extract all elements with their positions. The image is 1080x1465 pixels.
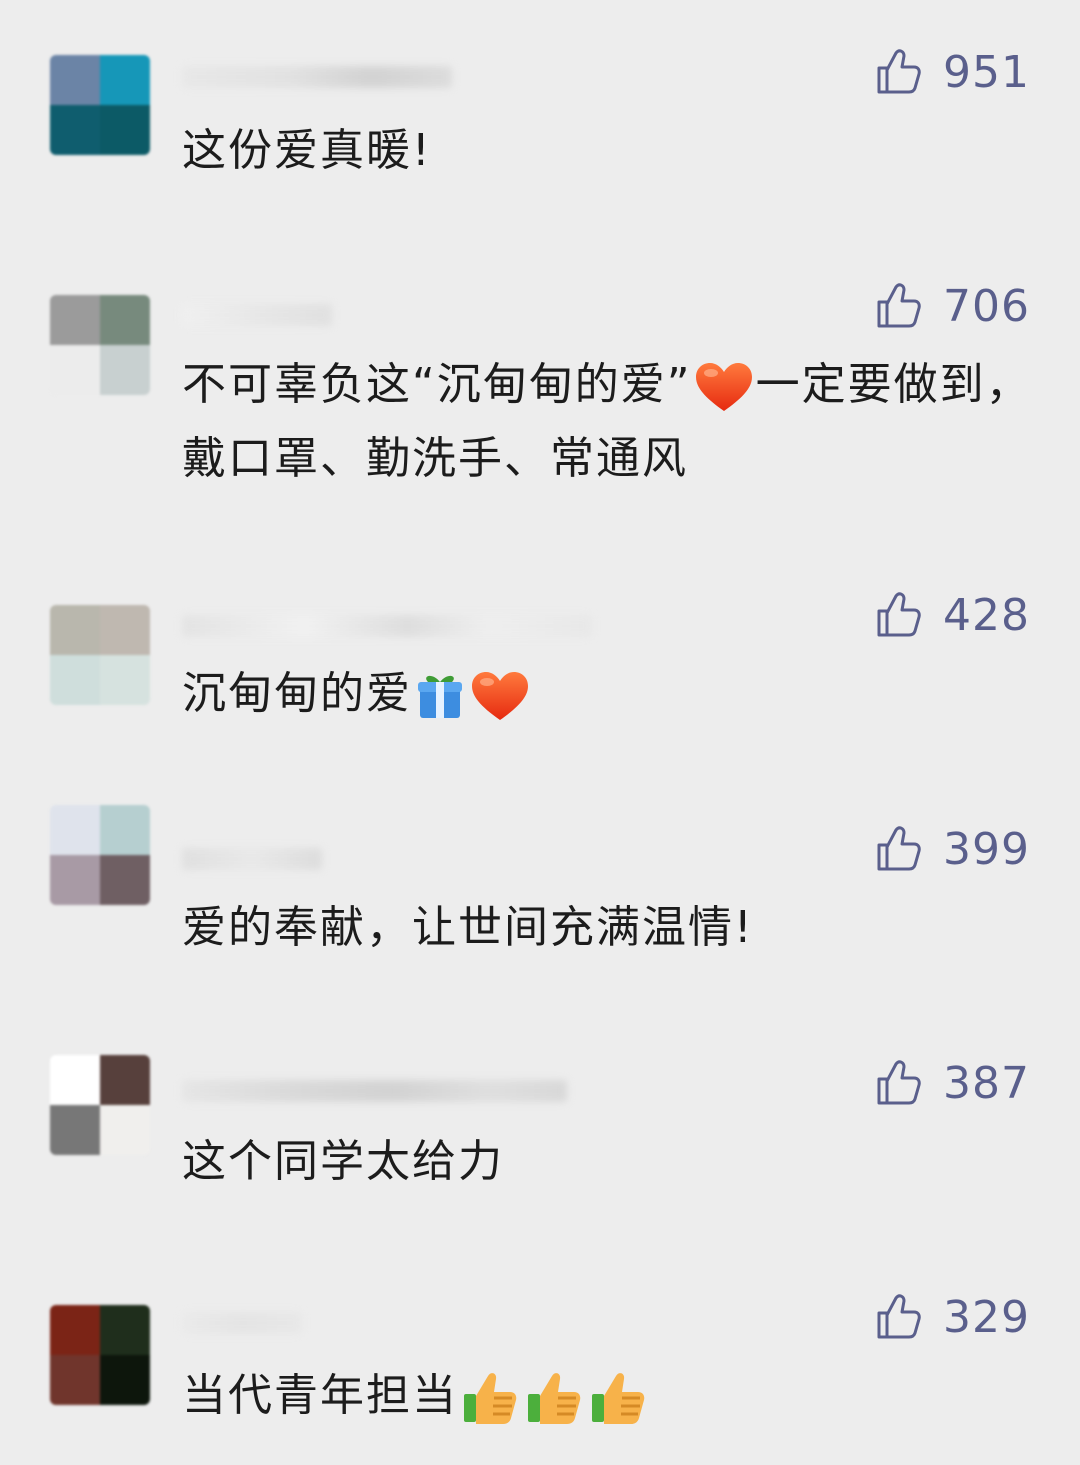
avatar-tile bbox=[100, 1355, 150, 1405]
avatar[interactable] bbox=[50, 295, 150, 395]
avatar-tile bbox=[100, 345, 150, 395]
comment-text-content: 这个同学太给力 bbox=[182, 1136, 504, 1187]
avatar[interactable] bbox=[50, 605, 150, 705]
avatar-tile bbox=[50, 55, 100, 105]
like-count: 399 bbox=[943, 823, 1030, 875]
like-count: 706 bbox=[943, 280, 1030, 332]
like-button[interactable]: 387 bbox=[873, 1053, 1030, 1113]
comment-text-content: 当代青年担当 bbox=[182, 1370, 458, 1421]
avatar-tile bbox=[100, 655, 150, 705]
heart-emoji bbox=[694, 361, 754, 413]
like-button[interactable]: 428 bbox=[873, 585, 1030, 645]
avatar-tile bbox=[50, 1305, 100, 1355]
like-button[interactable]: 706 bbox=[873, 276, 1030, 336]
avatar-tile bbox=[100, 605, 150, 655]
username-redacted[interactable] bbox=[182, 66, 452, 88]
username-redacted[interactable] bbox=[182, 615, 592, 637]
avatar-tile bbox=[50, 1355, 100, 1405]
comment-text: 当代青年担当 bbox=[182, 1359, 1032, 1433]
username-redacted[interactable] bbox=[182, 848, 322, 870]
avatar[interactable] bbox=[50, 1305, 150, 1405]
like-button[interactable]: 399 bbox=[873, 819, 1030, 879]
thumbs-up-emoji bbox=[460, 1368, 520, 1428]
avatar-tile bbox=[50, 105, 100, 155]
thumbs-up-emoji bbox=[588, 1368, 648, 1428]
comment-text-content: 爱的奉献，让世间充满温情! bbox=[182, 902, 754, 953]
avatar-tile bbox=[50, 1055, 100, 1105]
avatar-tile bbox=[50, 1105, 100, 1155]
username-redacted[interactable] bbox=[182, 1080, 567, 1102]
comment-text-content: 不可辜负这“沉甸甸的爱” bbox=[182, 359, 692, 410]
avatar-tile bbox=[100, 855, 150, 905]
avatar-tile bbox=[50, 855, 100, 905]
like-count: 387 bbox=[943, 1057, 1030, 1109]
avatar-tile bbox=[100, 55, 150, 105]
like-button[interactable]: 329 bbox=[873, 1287, 1030, 1347]
gift-emoji bbox=[414, 670, 466, 722]
avatar-tile bbox=[50, 655, 100, 705]
avatar-tile bbox=[100, 1305, 150, 1355]
avatar-tile bbox=[100, 805, 150, 855]
avatar[interactable] bbox=[50, 805, 150, 905]
thumbs-up-outline-icon bbox=[873, 1057, 925, 1109]
avatar-tile bbox=[50, 805, 100, 855]
thumbs-up-outline-icon bbox=[873, 823, 925, 875]
thumbs-up-outline-icon bbox=[873, 1291, 925, 1343]
username-redacted[interactable] bbox=[182, 1312, 302, 1334]
thumbs-up-outline-icon bbox=[873, 46, 925, 98]
comment-text-content: 沉甸甸的爱 bbox=[182, 668, 412, 719]
comment-text-content: 这份爱真暖! bbox=[182, 125, 432, 176]
like-count: 951 bbox=[943, 46, 1030, 98]
avatar[interactable] bbox=[50, 55, 150, 155]
avatar-tile bbox=[50, 345, 100, 395]
avatar-tile bbox=[100, 1055, 150, 1105]
like-count: 329 bbox=[943, 1291, 1030, 1343]
comment-text: 这个同学太给力 bbox=[182, 1125, 1032, 1199]
username-redacted[interactable] bbox=[182, 304, 332, 326]
like-button[interactable]: 951 bbox=[873, 42, 1030, 102]
avatar-tile bbox=[50, 605, 100, 655]
comment-text: 这份爱真暖! bbox=[182, 114, 1032, 188]
avatar[interactable] bbox=[50, 1055, 150, 1155]
avatar-tile bbox=[100, 1105, 150, 1155]
avatar-tile bbox=[100, 105, 150, 155]
thumbs-up-outline-icon bbox=[873, 280, 925, 332]
heart-emoji bbox=[470, 670, 530, 722]
avatar-tile bbox=[50, 295, 100, 345]
thumbs-up-emoji bbox=[524, 1368, 584, 1428]
avatar-tile bbox=[100, 295, 150, 345]
thumbs-up-outline-icon bbox=[873, 589, 925, 641]
like-count: 428 bbox=[943, 589, 1030, 641]
comment-text: 沉甸甸的爱 bbox=[182, 657, 1032, 731]
comment-text: 爱的奉献，让世间充满温情! bbox=[182, 891, 1032, 965]
comment-text: 不可辜负这“沉甸甸的爱” 一定要做到，戴口罩、勤洗手、常通风 bbox=[182, 348, 1032, 496]
